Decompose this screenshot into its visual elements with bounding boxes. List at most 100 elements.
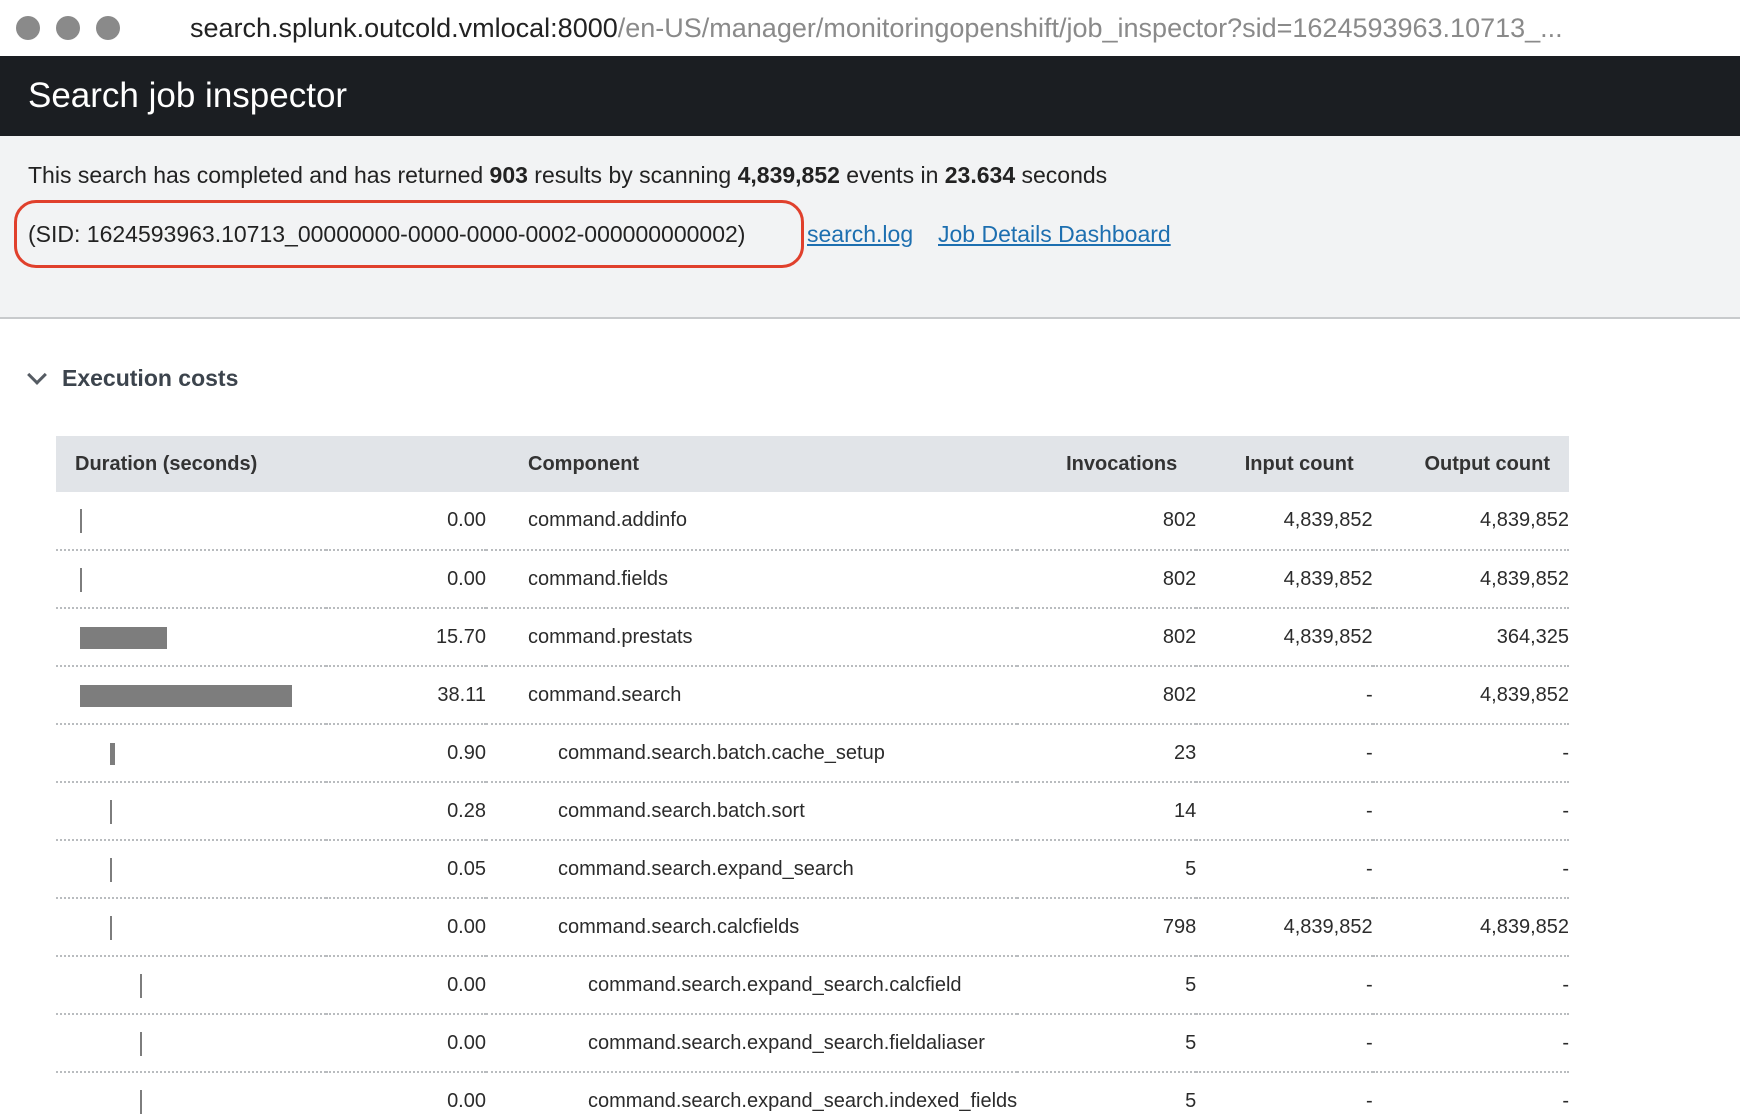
output-count-value: - <box>1372 724 1569 783</box>
table-header-row: Duration (seconds) Component Invocations… <box>56 436 1569 492</box>
column-input-count: Input count <box>1244 452 1354 475</box>
duration-value: 0.00 <box>326 898 486 957</box>
summary-mid1: results by scanning <box>527 162 738 188</box>
duration-bar-cell <box>56 898 326 957</box>
page-title: Search job inspector <box>28 76 348 115</box>
component-name: command.fields <box>486 550 1018 609</box>
summary-text: This search has completed and has return… <box>28 160 1107 190</box>
duration-bar-cell <box>56 608 326 667</box>
duration-bar <box>80 627 167 649</box>
table-row: 0.00 command.search.expand_search.indexed… <box>56 1072 1569 1120</box>
table-row: 15.70 command.prestats 802 4,839,852 364,325 <box>56 608 1569 667</box>
component-name: command.search.expand_search.calcfield <box>486 956 1018 1015</box>
duration-value: 0.00 <box>326 550 486 609</box>
duration-bar-cell <box>56 840 326 899</box>
section-title: Execution costs <box>62 364 239 391</box>
job-summary: This search has completed and has return… <box>0 136 1740 319</box>
duration-seconds: 23.634 <box>944 162 1016 188</box>
duration-tick <box>110 800 112 824</box>
column-output-count: Output count <box>1424 452 1550 475</box>
duration-bar-cell <box>56 666 326 725</box>
duration-tick <box>140 1090 142 1114</box>
table-row: 0.00 command.search.calcfields 798 4,839,85… <box>56 898 1569 957</box>
url-path: /en-US/manager/monitoringopenshift/job_i… <box>617 13 1563 43</box>
component-name: command.search.batch.sort <box>486 782 1018 841</box>
table-row: 0.00 command.addinfo 802 4,839,852 4,839,852 <box>56 492 1569 551</box>
table-body: 0.00 command.addinfo 802 4,839,852 4,839,852… <box>56 492 1569 1120</box>
duration-bar-cell <box>56 956 326 1015</box>
duration-bar <box>110 743 115 765</box>
search-id: (SID: 1624593963.10713_00000000-0000-000… <box>28 221 746 247</box>
duration-bar-cell <box>56 1072 326 1120</box>
input-count-value: - <box>1196 956 1373 1015</box>
minimize-window-button[interactable] <box>56 16 80 40</box>
input-count-value: 4,839,852 <box>1196 492 1373 551</box>
execution-costs-table: Duration (seconds) Component Invocations… <box>56 436 1569 1120</box>
output-count-value: 4,839,852 <box>1372 550 1569 609</box>
url-host: search.splunk.outcold.vmlocal:8000 <box>190 13 618 43</box>
duration-bar-cell <box>56 724 326 783</box>
input-count-value: - <box>1196 666 1373 725</box>
invocations-value: 802 <box>1017 550 1197 609</box>
summary-suffix: seconds <box>1015 162 1108 188</box>
input-count-value: - <box>1196 724 1373 783</box>
duration-value: 0.28 <box>326 782 486 841</box>
invocations-value: 802 <box>1017 492 1197 551</box>
invocations-value: 14 <box>1017 782 1197 841</box>
duration-bar-cell <box>56 1014 326 1073</box>
chevron-down-icon <box>27 365 47 385</box>
component-name: command.prestats <box>486 608 1018 667</box>
invocations-value: 23 <box>1017 724 1197 783</box>
input-count-value: - <box>1196 782 1373 841</box>
table-row: 0.00 command.search.expand_search.calcfie… <box>56 956 1569 1015</box>
zoom-window-button[interactable] <box>96 16 120 40</box>
column-component: Component <box>528 452 640 475</box>
duration-tick <box>80 568 82 592</box>
input-count-value: 4,839,852 <box>1196 898 1373 957</box>
duration-value: 0.90 <box>326 724 486 783</box>
invocations-value: 802 <box>1017 666 1197 725</box>
event-count: 4,839,852 <box>737 162 840 188</box>
duration-value: 0.00 <box>326 492 486 551</box>
duration-tick <box>140 1032 142 1056</box>
invocations-value: 5 <box>1017 840 1197 899</box>
component-name: command.search.batch.cache_setup <box>486 724 1018 783</box>
duration-tick <box>80 509 82 533</box>
duration-value: 38.11 <box>326 666 486 725</box>
table-row: 0.00 command.fields 802 4,839,852 4,839,852 <box>56 550 1569 609</box>
table-row: 0.05 command.search.expand_search 5- - <box>56 840 1569 899</box>
execution-costs-toggle[interactable]: Execution costs <box>26 360 238 396</box>
output-count-value: - <box>1372 840 1569 899</box>
output-count-value: 4,839,852 <box>1372 898 1569 957</box>
output-count-value: - <box>1372 1014 1569 1073</box>
output-count-value: 364,325 <box>1372 608 1569 667</box>
invocations-value: 5 <box>1017 1014 1197 1073</box>
duration-value: 0.05 <box>326 840 486 899</box>
column-duration: Duration (seconds) <box>75 452 258 475</box>
input-count-value: 4,839,852 <box>1196 550 1373 609</box>
output-count-value: - <box>1372 782 1569 841</box>
duration-tick <box>140 974 142 998</box>
app-header: Search job inspector <box>0 56 1740 136</box>
job-details-dashboard-link[interactable]: Job Details Dashboard <box>938 219 1171 249</box>
column-invocations: Invocations <box>1066 452 1178 475</box>
duration-value: 0.00 <box>326 1014 486 1073</box>
duration-bar <box>80 685 292 707</box>
duration-value: 0.00 <box>326 956 486 1015</box>
output-count-value: 4,839,852 <box>1372 666 1569 725</box>
output-count-value: 4,839,852 <box>1372 492 1569 551</box>
table-row: 0.28 command.search.batch.sort 14- - <box>56 782 1569 841</box>
output-count-value: - <box>1372 956 1569 1015</box>
address-bar[interactable]: search.splunk.outcold.vmlocal:8000/en-US… <box>190 12 1690 44</box>
duration-bar-cell <box>56 550 326 609</box>
close-window-button[interactable] <box>16 16 40 40</box>
input-count-value: 4,839,852 <box>1196 608 1373 667</box>
component-name: command.addinfo <box>486 492 1018 551</box>
table-row: 0.00 command.search.expand_search.fieldal… <box>56 1014 1569 1073</box>
input-count-value: - <box>1196 840 1373 899</box>
summary-mid2: events in <box>839 162 945 188</box>
search-log-link[interactable]: search.log <box>807 219 913 249</box>
invocations-value: 5 <box>1017 956 1197 1015</box>
input-count-value: - <box>1196 1072 1373 1120</box>
input-count-value: - <box>1196 1014 1373 1073</box>
